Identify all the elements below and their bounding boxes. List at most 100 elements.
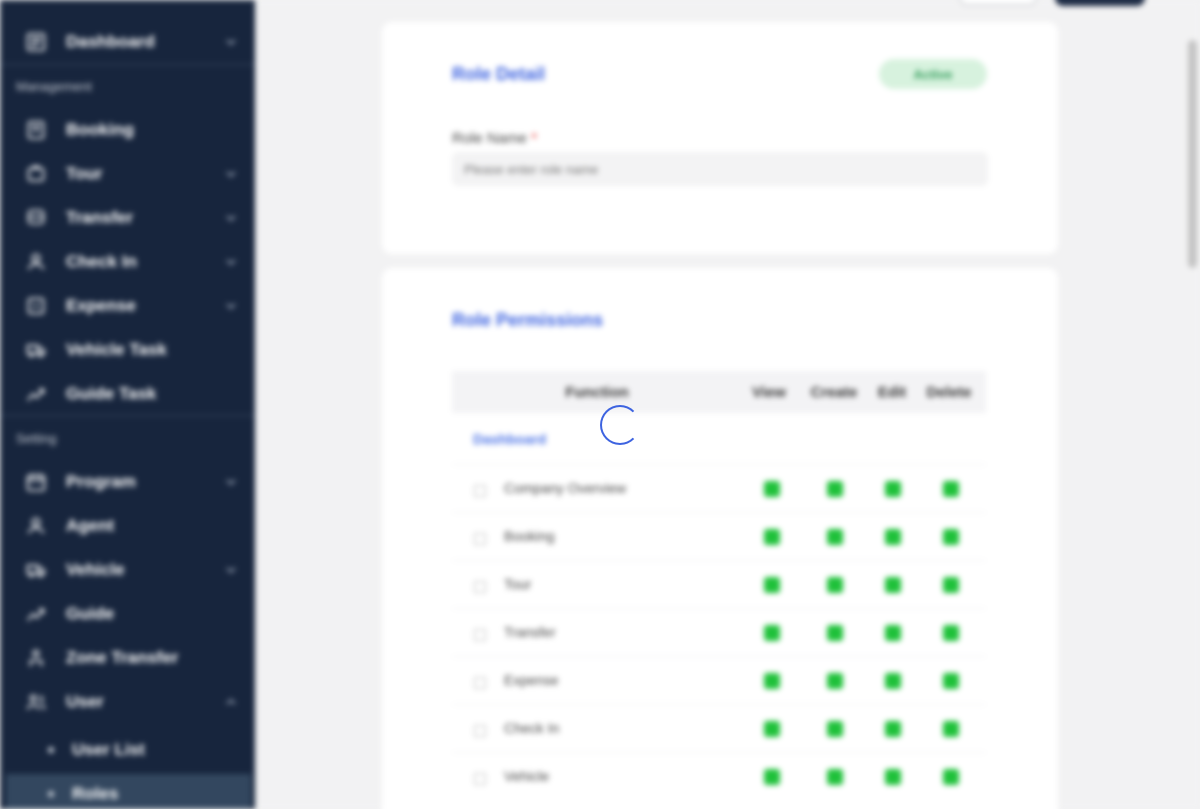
create-checkbox[interactable] [827,721,843,737]
sidebar-item-booking[interactable]: Booking [24,115,240,145]
loading-spinner-icon [600,405,640,445]
row-checkbox[interactable] [474,629,486,641]
create-checkbox[interactable] [827,625,843,641]
create-checkbox[interactable] [827,577,843,593]
sidebar-item-check-in[interactable]: Check In [24,247,240,277]
back-button[interactable] [959,0,1037,6]
sidebar: Dashboard Management Booking Tour Transf… [0,0,255,809]
trend-icon [24,383,48,405]
edit-checkbox[interactable] [885,529,901,545]
sidebar-item-agent[interactable]: Agent [24,511,240,541]
save-button[interactable] [1055,0,1145,6]
scrollbar-thumb[interactable] [1188,40,1197,268]
sidebar-item-label: Dashboard [66,32,155,51]
delete-checkbox[interactable] [943,529,959,545]
delete-checkbox[interactable] [943,481,959,497]
sidebar-item-label: Guide [66,604,115,623]
sidebar-divider [0,415,255,416]
bullet-icon [48,747,54,753]
booking-icon [24,119,48,141]
sidebar-item-label: Expense [66,296,136,315]
role-name-input[interactable] [452,152,988,186]
table-row: Check In [452,704,986,752]
row-checkbox[interactable] [474,677,486,689]
view-checkbox[interactable] [764,481,780,497]
function-name: Booking [504,528,555,544]
chevron-down-icon [226,259,236,266]
sidebar-subitem-label: Roles [72,784,119,803]
table-row: Booking [452,512,986,560]
edit-checkbox[interactable] [885,673,901,689]
row-checkbox[interactable] [474,773,486,785]
users-icon [24,691,48,713]
function-name: Vehicle [504,768,550,784]
role-permissions-title: Role Permissions [452,310,604,330]
edit-checkbox[interactable] [885,625,901,641]
create-checkbox[interactable] [827,769,843,785]
role-detail-card: Role Detail Active Role Name * [382,22,1058,254]
required-mark: * [531,130,538,147]
delete-checkbox[interactable] [943,577,959,593]
permission-group-dashboard: Dashboard [473,431,547,447]
function-name: Tour [504,576,532,592]
row-checkbox[interactable] [474,581,486,593]
create-checkbox[interactable] [827,529,843,545]
sidebar-item-vehicle[interactable]: Vehicle [24,555,240,585]
view-checkbox[interactable] [764,625,780,641]
sidebar-subitem-user-list[interactable]: User List [48,735,248,765]
trend-icon [24,603,48,625]
edit-checkbox[interactable] [885,577,901,593]
sidebar-item-expense[interactable]: Expense [24,291,240,321]
sidebar-item-zone-transfer[interactable]: Zone Transfer [24,643,240,673]
role-detail-title: Role Detail [452,64,546,84]
row-checkbox[interactable] [474,485,486,497]
role-permissions-card: Role Permissions Function View Create Ed… [382,268,1058,809]
dashboard-icon [24,31,48,53]
chevron-down-icon [226,303,236,310]
table-row: Tour [452,560,986,608]
sidebar-subitem-roles[interactable]: Roles [48,779,248,809]
calendar-icon [24,471,48,493]
create-checkbox[interactable] [827,673,843,689]
sidebar-item-guide-task[interactable]: Guide Task [24,379,240,409]
edit-checkbox[interactable] [885,721,901,737]
view-checkbox[interactable] [764,673,780,689]
delete-checkbox[interactable] [943,721,959,737]
row-checkbox[interactable] [474,533,486,545]
chevron-down-icon [226,215,236,222]
sidebar-subitem-label: User List [72,740,145,759]
sidebar-item-vehicle-task[interactable]: Vehicle Task [24,335,240,365]
edit-checkbox[interactable] [885,769,901,785]
status-badge[interactable]: Active [879,59,987,89]
view-checkbox[interactable] [764,769,780,785]
view-checkbox[interactable] [764,721,780,737]
sidebar-item-label: Vehicle [66,560,125,579]
chevron-down-icon [226,479,236,486]
view-checkbox[interactable] [764,577,780,593]
app-layer: Dashboard Management Booking Tour Transf… [0,0,1200,809]
delete-checkbox[interactable] [943,673,959,689]
table-row: Transfer [452,608,986,656]
truck-icon [24,339,48,361]
person-icon [24,647,48,669]
view-checkbox[interactable] [764,529,780,545]
function-name: Company Overview [504,480,627,496]
chevron-down-icon [226,567,236,574]
row-checkbox[interactable] [474,725,486,737]
sidebar-item-program[interactable]: Program [24,467,240,497]
section-title-setting: Setting [16,431,57,446]
create-checkbox[interactable] [827,481,843,497]
table-row: Company Overview [452,464,986,512]
tour-icon [24,163,48,185]
column-header-function: Function [565,384,629,401]
edit-checkbox[interactable] [885,481,901,497]
function-name: Expense [504,672,559,688]
column-header-edit: Edit [877,384,907,401]
delete-checkbox[interactable] [943,625,959,641]
sidebar-item-transfer[interactable]: Transfer [24,203,240,233]
sidebar-item-guide[interactable]: Guide [24,599,240,629]
delete-checkbox[interactable] [943,769,959,785]
sidebar-item-tour[interactable]: Tour [24,159,240,189]
sidebar-item-dashboard[interactable]: Dashboard [24,27,240,57]
sidebar-item-user[interactable]: User [24,687,240,717]
